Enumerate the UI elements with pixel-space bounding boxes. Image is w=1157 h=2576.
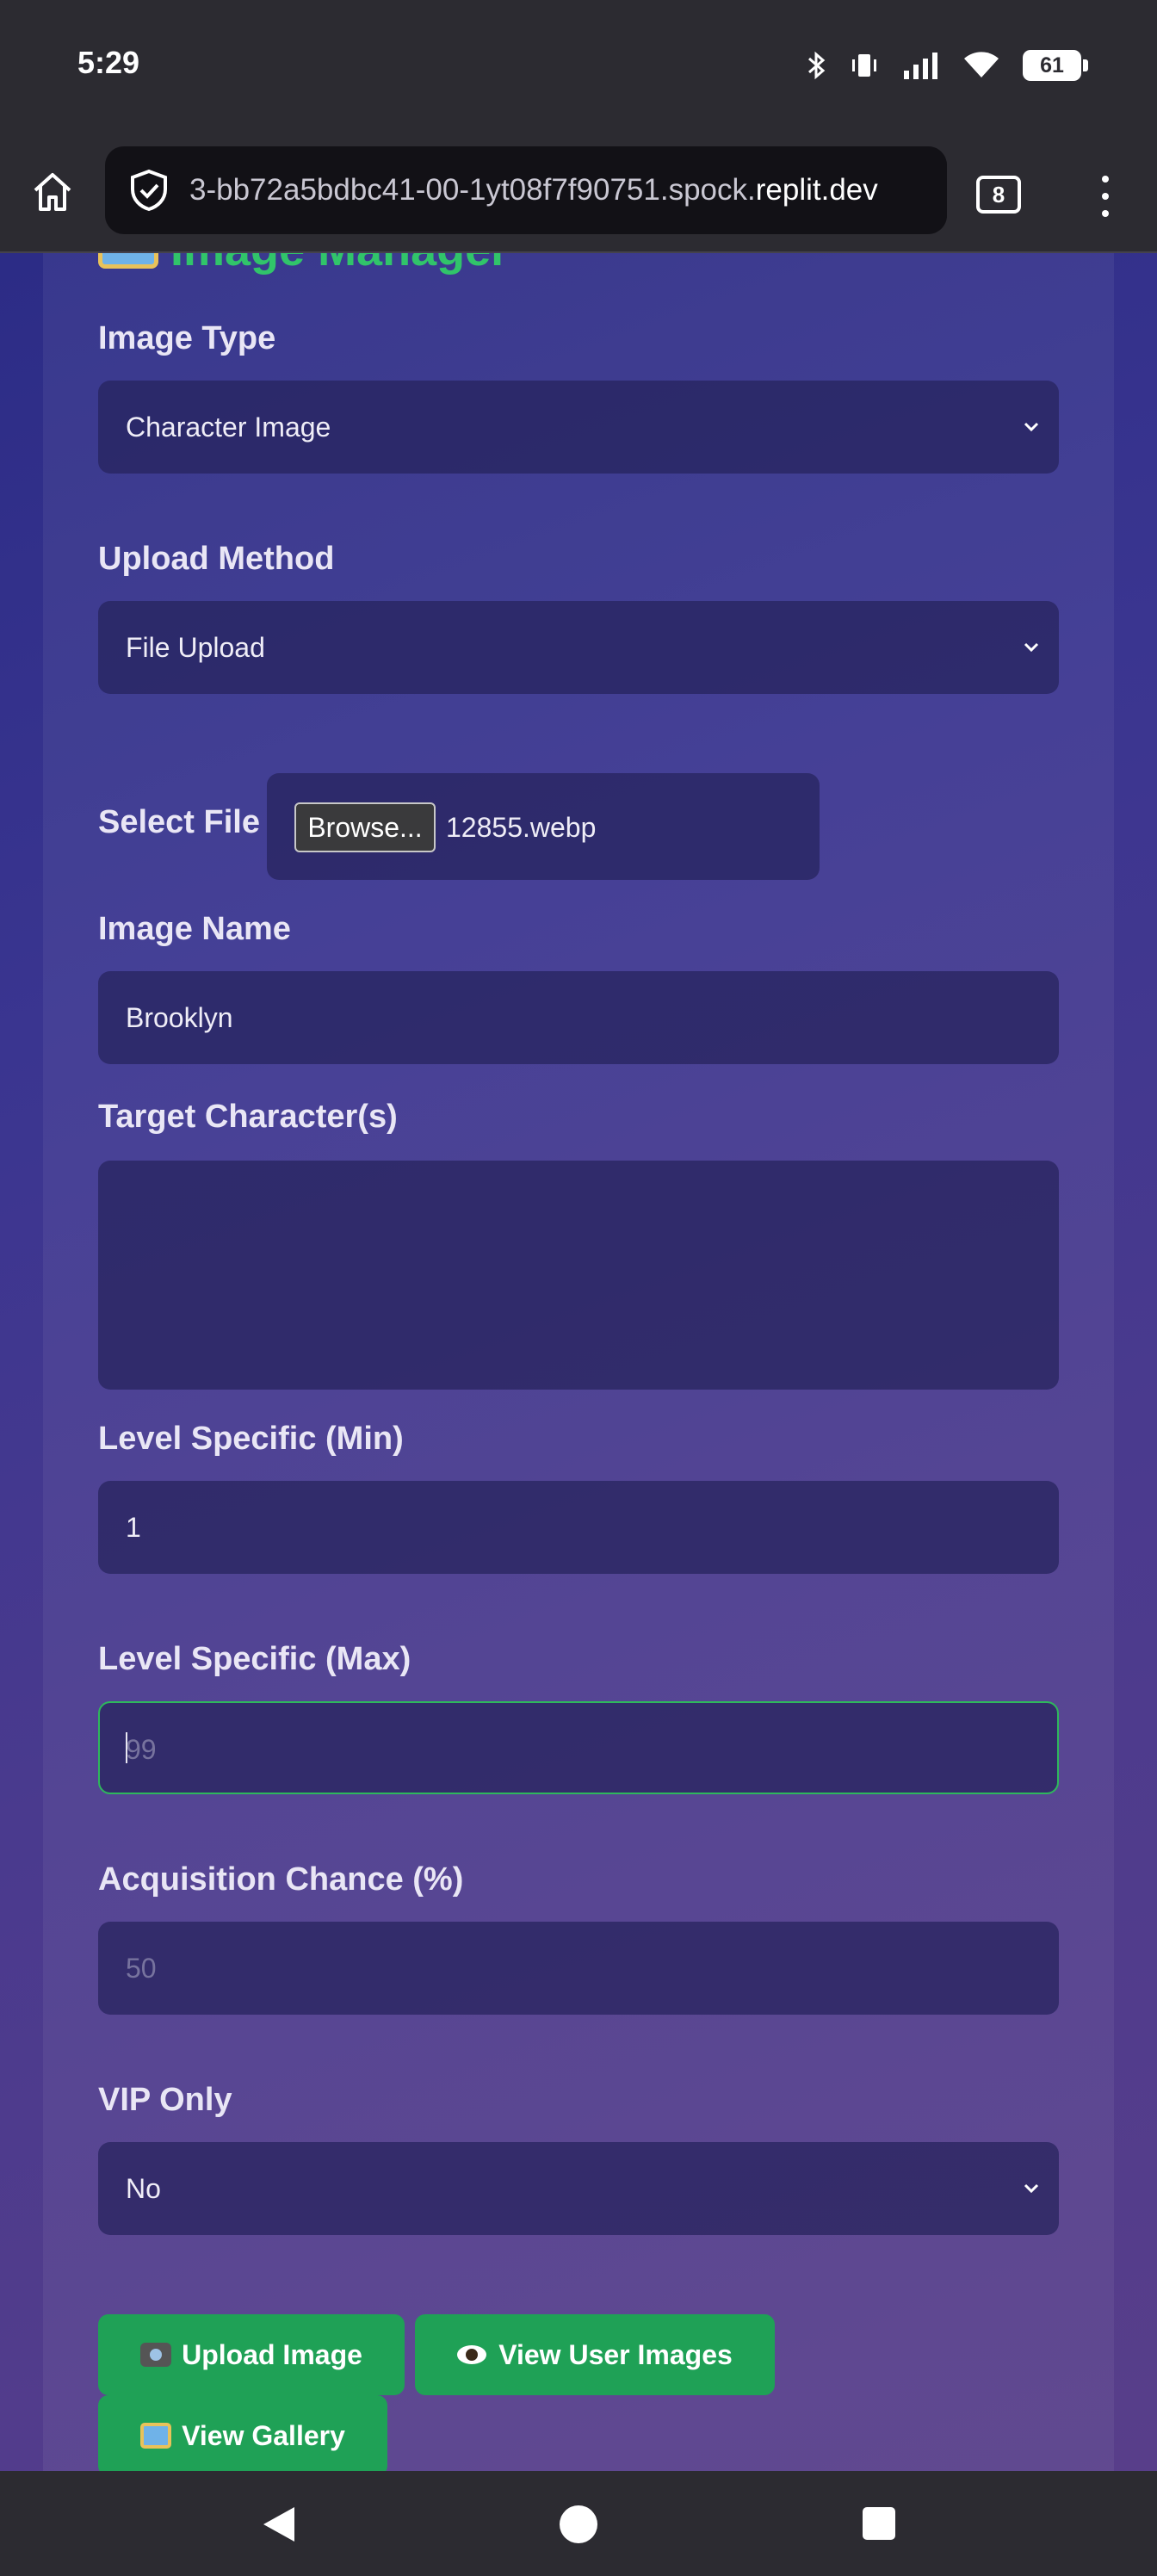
status-bar: 5:29 61 — [0, 0, 1157, 138]
page-content: Image Manager Image Type Character Image… — [0, 253, 1157, 2471]
battery-level: 61 — [1040, 53, 1064, 77]
level-max-label: Level Specific (Max) — [98, 1641, 411, 1677]
page-title: Image Manager — [98, 253, 509, 276]
wifi-icon — [964, 52, 999, 77]
home-nav-icon[interactable] — [560, 2505, 597, 2543]
vip-only-select[interactable]: No — [98, 2142, 1059, 2235]
text-caret — [126, 1732, 127, 1763]
level-min-input[interactable]: 1 — [98, 1481, 1059, 1574]
level-max-placeholder: 99 — [126, 1734, 157, 1765]
vibrate-icon — [852, 54, 876, 77]
shield-check-icon — [131, 169, 167, 212]
image-type-label: Image Type — [98, 320, 276, 356]
signal-icon — [904, 53, 937, 79]
level-max-input[interactable]: 99 — [98, 1701, 1059, 1794]
recents-icon[interactable] — [863, 2507, 895, 2540]
image-type-value: Character Image — [126, 412, 331, 443]
file-input: Browse... 12855.webp — [267, 773, 820, 880]
chevron-down-icon — [1024, 2183, 1039, 2194]
upload-method-select[interactable]: File Upload — [98, 601, 1059, 694]
chevron-down-icon — [1024, 422, 1039, 432]
view-gallery-label: View Gallery — [182, 2419, 345, 2451]
upload-image-button[interactable]: Upload Image — [98, 2314, 405, 2395]
image-name-value: Brooklyn — [126, 1002, 233, 1033]
browser-toolbar: 3-bb72a5bdbc41-00-1yt08f7f90751.spock.re… — [0, 138, 1157, 253]
tab-count-button[interactable]: 8 — [976, 176, 1021, 214]
selected-file-name: 12855.webp — [446, 812, 597, 843]
status-time: 5:29 — [77, 45, 140, 80]
vip-only-label: VIP Only — [98, 2082, 232, 2118]
home-icon — [34, 173, 71, 211]
battery-icon: 61 — [1023, 50, 1088, 81]
url-domain: replit.dev — [755, 173, 878, 207]
status-icons: 61 — [806, 48, 1088, 83]
upload-method-label: Upload Method — [98, 541, 335, 577]
level-min-value: 1 — [126, 1512, 141, 1543]
acquisition-chance-input[interactable]: 50 — [98, 1922, 1059, 2015]
target-characters-label: Target Character(s) — [98, 1099, 398, 1135]
page-title-text: Image Manager — [170, 253, 509, 276]
vip-only-value: No — [126, 2173, 161, 2204]
acquisition-chance-label: Acquisition Chance (%) — [98, 1861, 464, 1898]
url-text: 3-bb72a5bdbc41-00-1yt08f7f90751.spock.re… — [189, 146, 947, 234]
image-name-label: Image Name — [98, 911, 291, 947]
view-user-images-button[interactable]: View User Images — [415, 2314, 775, 2395]
framed-picture-icon — [98, 253, 158, 269]
select-file-label: Select File — [98, 804, 260, 840]
view-user-images-label: View User Images — [498, 2338, 733, 2370]
target-characters-textarea[interactable] — [98, 1161, 1059, 1390]
level-min-label: Level Specific (Min) — [98, 1421, 404, 1457]
chevron-down-icon — [1024, 642, 1039, 653]
upload-method-value: File Upload — [126, 632, 265, 663]
url-fade — [895, 146, 947, 234]
back-icon[interactable] — [262, 2505, 296, 2543]
url-prefix: 3-bb72a5bdbc41-00-1yt08f7f90751.spock. — [189, 173, 756, 207]
view-gallery-button[interactable]: View Gallery — [98, 2395, 387, 2471]
image-type-select[interactable]: Character Image — [98, 381, 1059, 474]
framed-picture-icon — [140, 2423, 172, 2449]
camera-icon — [140, 2343, 172, 2367]
browse-button[interactable]: Browse... — [294, 802, 436, 852]
acquisition-chance-placeholder: 50 — [126, 1953, 157, 1984]
browser-menu-button[interactable] — [1086, 172, 1124, 220]
eye-icon — [457, 2345, 487, 2364]
image-name-input[interactable]: Brooklyn — [98, 971, 1059, 1064]
url-bar[interactable]: 3-bb72a5bdbc41-00-1yt08f7f90751.spock.re… — [105, 146, 947, 234]
upload-image-label: Upload Image — [182, 2338, 362, 2370]
system-nav-bar — [0, 2471, 1157, 2576]
bluetooth-icon — [808, 51, 826, 80]
browser-home-button[interactable] — [26, 165, 79, 219]
